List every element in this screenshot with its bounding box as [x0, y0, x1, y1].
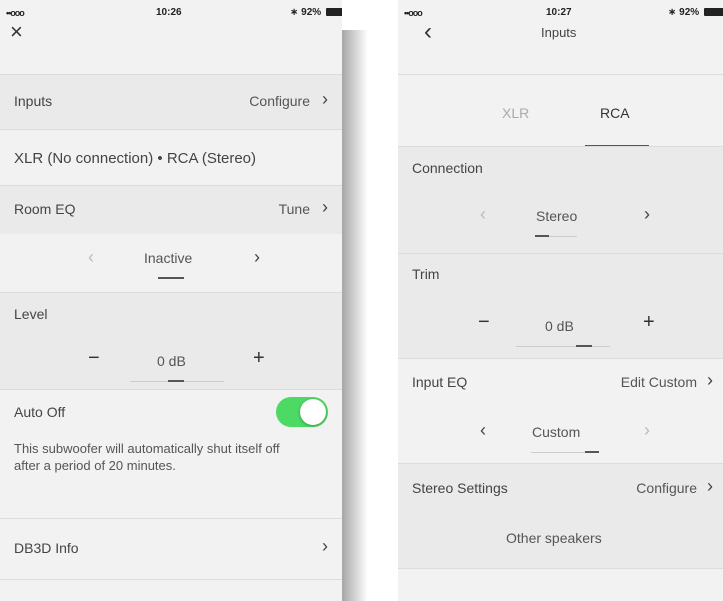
- plus-icon[interactable]: +: [643, 311, 655, 334]
- close-icon[interactable]: ×: [10, 19, 23, 45]
- chevron-left-icon[interactable]: ‹: [480, 420, 486, 441]
- input-eq-selector: ‹ Custom ›: [398, 405, 723, 463]
- page-indicator: [531, 451, 599, 453]
- battery-icon: [325, 8, 342, 17]
- auto-off-toggle[interactable]: [276, 397, 328, 427]
- input-eq-label: Input EQ: [412, 374, 468, 390]
- auto-off-description: This subwoofer will automatically shut i…: [14, 441, 280, 473]
- room-eq-value: Inactive: [144, 250, 193, 266]
- tab-rca[interactable]: RCA: [600, 105, 630, 121]
- inputs-summary: XLR (No connection) • RCA (Stereo): [14, 150, 257, 167]
- chevron-right-icon: ›: [322, 536, 328, 556]
- trim-value: 0 dB: [545, 318, 574, 334]
- page-indicator: [535, 235, 577, 237]
- auto-off-section: Auto Off This subwoofer will automatical…: [0, 390, 342, 518]
- chevron-left-icon[interactable]: ‹: [480, 204, 486, 225]
- trim-slider-track[interactable]: [516, 345, 610, 347]
- chevron-right-icon[interactable]: ›: [644, 204, 650, 225]
- connection-row: Connection: [398, 147, 723, 189]
- level-row: Level: [0, 293, 342, 333]
- bluetooth-icon: ∗: [290, 7, 299, 18]
- inputs-row[interactable]: Inputs Configure ›: [0, 75, 342, 129]
- room-eq-label: Room EQ: [14, 201, 76, 217]
- trim-row: Trim: [398, 254, 723, 294]
- battery-icon: [703, 8, 723, 17]
- db3d-info-label: DB3D Info: [14, 540, 79, 556]
- signal-indicator: ••ooo: [404, 8, 423, 18]
- nav-title: Inputs: [541, 25, 577, 40]
- status-time: 10:27: [546, 7, 572, 18]
- inputs-summary-row: XLR (No connection) • RCA (Stereo): [0, 130, 342, 184]
- connection-selector: ‹ Stereo ›: [398, 189, 723, 253]
- right-screen: ••ooo 10:27 ∗ 92% ‹ Inputs XLR RCA Conne…: [398, 0, 723, 601]
- inputs-label: Inputs: [14, 93, 53, 109]
- status-time: 10:26: [156, 7, 182, 18]
- room-eq-tune-link[interactable]: Tune: [279, 201, 310, 217]
- level-slider-track[interactable]: [130, 380, 224, 382]
- input-eq-edit-custom-link[interactable]: Edit Custom: [621, 374, 697, 390]
- minus-icon[interactable]: −: [478, 311, 490, 334]
- stereo-settings-configure-link[interactable]: Configure: [636, 480, 697, 496]
- room-eq-row[interactable]: Room EQ Tune ›: [0, 186, 342, 234]
- chevron-right-icon: ›: [322, 197, 328, 217]
- minus-icon[interactable]: −: [88, 347, 100, 370]
- chevron-right-icon[interactable]: ›: [644, 420, 650, 441]
- stereo-settings-label: Stereo Settings: [412, 480, 508, 496]
- trim-stepper: − 0 dB +: [398, 294, 723, 358]
- level-label: Level: [14, 306, 48, 322]
- tab-xlr[interactable]: XLR: [502, 105, 529, 121]
- page-indicator: [158, 277, 184, 279]
- battery-status: ∗ 92%: [290, 7, 342, 18]
- other-speakers-row[interactable]: Other speakers: [398, 512, 723, 568]
- trim-label: Trim: [412, 266, 440, 282]
- level-stepper: − 0 dB +: [0, 333, 342, 389]
- bluetooth-icon: ∗: [668, 7, 677, 18]
- inputs-configure-link[interactable]: Configure: [249, 93, 310, 109]
- back-icon[interactable]: ‹: [424, 18, 432, 46]
- chevron-right-icon[interactable]: ›: [254, 247, 260, 268]
- chevron-right-icon: ›: [322, 89, 328, 109]
- chevron-right-icon: ›: [707, 370, 713, 390]
- input-eq-row[interactable]: Input EQ Edit Custom ›: [398, 359, 723, 405]
- input-eq-value: Custom: [532, 424, 581, 440]
- chevron-right-icon: ›: [707, 476, 713, 496]
- db3d-info-row[interactable]: DB3D Info ›: [0, 519, 342, 579]
- level-value: 0 dB: [157, 353, 186, 369]
- connection-value: Stereo: [536, 208, 578, 224]
- page-shadow: [342, 30, 368, 601]
- connection-label: Connection: [412, 160, 483, 176]
- room-eq-selector: ‹ Inactive ›: [0, 234, 342, 292]
- input-tabs: XLR RCA: [398, 75, 723, 155]
- signal-indicator: ••ooo: [6, 8, 25, 18]
- plus-icon[interactable]: +: [253, 347, 265, 370]
- left-screen: ••ooo 10:26 ∗ 92% × Inputs Configure › X…: [0, 0, 342, 601]
- stereo-settings-row[interactable]: Stereo Settings Configure ›: [398, 464, 723, 512]
- battery-status: ∗ 92%: [668, 7, 723, 18]
- chevron-left-icon[interactable]: ‹: [88, 247, 94, 268]
- other-speakers-label: Other speakers: [506, 530, 602, 546]
- auto-off-label: Auto Off: [14, 404, 66, 420]
